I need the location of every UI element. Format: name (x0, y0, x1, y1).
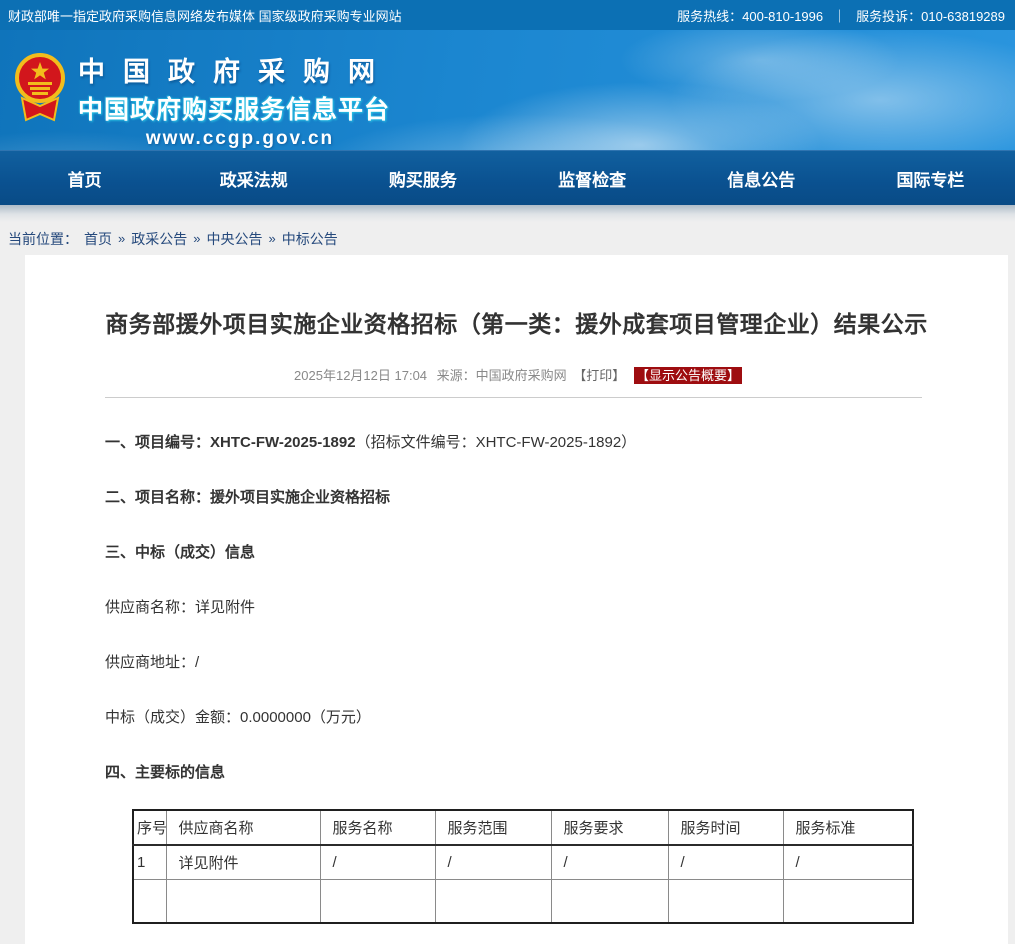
breadcrumb-label: 当前位置： (8, 229, 78, 249)
print-button[interactable]: 【打印】 (573, 368, 625, 383)
cell-service-name: / (320, 845, 435, 879)
table-header-row: 序号 供应商名称 服务名称 服务范围 服务要求 服务时间 服务标准 (133, 810, 913, 845)
cell-service-scope: / (435, 845, 551, 879)
breadcrumb-central[interactable]: 中央公告 (206, 229, 262, 249)
topbar-divider: ｜ (833, 6, 846, 25)
source-label: 来源：中国政府采购网 (437, 368, 567, 383)
col-service-requirement: 服务要求 (551, 810, 668, 845)
col-supplier-name: 供应商名称 (166, 810, 320, 845)
cell-supplier-name: 详见附件 (166, 845, 320, 879)
service-hotline: 服务热线：400-810-1996 (677, 6, 823, 25)
site-subtitle: 中国政府购买服务信息平台 (78, 90, 402, 126)
divider (105, 397, 922, 398)
site-url[interactable]: www.ccgp.gov.cn (78, 128, 402, 150)
paragraph-award-amount: 中标（成交）金额：0.0000000（万元） (105, 707, 922, 728)
cell-service-standard: / (783, 845, 913, 879)
topbar: 财政部唯一指定政府采购信息网络发布媒体 国家级政府采购专业网站 服务热线：400… (0, 0, 1015, 30)
nav-item-announcements[interactable]: 信息公告 (677, 151, 846, 205)
paragraph-award-info-heading: 三、中标（成交）信息 (105, 542, 922, 563)
breadcrumb-separator: » (268, 231, 275, 246)
nav-item-international[interactable]: 国际专栏 (846, 151, 1015, 205)
service-complaint: 服务投诉：010-63819289 (856, 6, 1005, 25)
nav-item-home[interactable]: 首页 (0, 151, 169, 205)
nav-item-purchase-services[interactable]: 购买服务 (338, 151, 507, 205)
col-service-standard: 服务标准 (783, 810, 913, 845)
col-service-name: 服务名称 (320, 810, 435, 845)
main-nav: 首页 政采法规 购买服务 监督检查 信息公告 国际专栏 (0, 150, 1015, 205)
paragraph-supplier-name: 供应商名称：详见附件 (105, 597, 922, 618)
col-service-scope: 服务范围 (435, 810, 551, 845)
paragraph-project-name: 二、项目名称：援外项目实施企业资格招标 (105, 487, 922, 508)
cell-service-time: / (668, 845, 783, 879)
table-row: 1 详见附件 / / / / / (133, 845, 913, 879)
cell-serial: 1 (133, 845, 166, 879)
main-subject-table: 序号 供应商名称 服务名称 服务范围 服务要求 服务时间 服务标准 1 详见附件… (132, 809, 914, 924)
breadcrumb-current[interactable]: 中标公告 (282, 229, 338, 249)
breadcrumb-home[interactable]: 首页 (84, 229, 112, 249)
article-meta: 2025年12月12日 17:04 来源：中国政府采购网 【打印】 【显示公告概… (25, 365, 1008, 384)
cell-service-requirement: / (551, 845, 668, 879)
paragraph-project-number: 一、项目编号：XHTC-FW-2025-1892（招标文件编号：XHTC-FW-… (105, 432, 922, 453)
publish-datetime: 2025年12月12日 17:04 (294, 368, 427, 383)
breadcrumb-zhengcai[interactable]: 政采公告 (131, 229, 187, 249)
nav-item-regulations[interactable]: 政采法规 (169, 151, 338, 205)
col-service-time: 服务时间 (668, 810, 783, 845)
paragraph-main-subject-heading: 四、主要标的信息 (105, 762, 922, 783)
national-emblem-icon[interactable] (14, 50, 66, 129)
page-title: 商务部援外项目实施企业资格招标（第一类：援外成套项目管理企业）结果公示 (25, 255, 1008, 339)
site-tagline: 财政部唯一指定政府采购信息网络发布媒体 国家级政府采购专业网站 (8, 6, 402, 25)
article-body: 一、项目编号：XHTC-FW-2025-1892（招标文件编号：XHTC-FW-… (25, 432, 1008, 924)
article-panel: 商务部援外项目实施企业资格招标（第一类：援外成套项目管理企业）结果公示 2025… (25, 255, 1008, 944)
nav-item-supervision[interactable]: 监督检查 (508, 151, 677, 205)
breadcrumb-separator: » (193, 231, 200, 246)
nav-shadow (0, 205, 1015, 222)
site-name[interactable]: 中国政府采购网 (78, 50, 402, 89)
breadcrumb: 当前位置： 首页 » 政采公告 » 中央公告 » 中标公告 (0, 222, 1015, 255)
site-header: 中国政府采购网 中国政府购买服务信息平台 www.ccgp.gov.cn (0, 30, 1015, 150)
breadcrumb-separator: » (118, 231, 125, 246)
table-row-empty (133, 879, 913, 923)
col-serial: 序号 (133, 810, 166, 845)
show-summary-button[interactable]: 【显示公告概要】 (634, 367, 742, 384)
paragraph-supplier-address: 供应商地址：/ (105, 652, 922, 673)
